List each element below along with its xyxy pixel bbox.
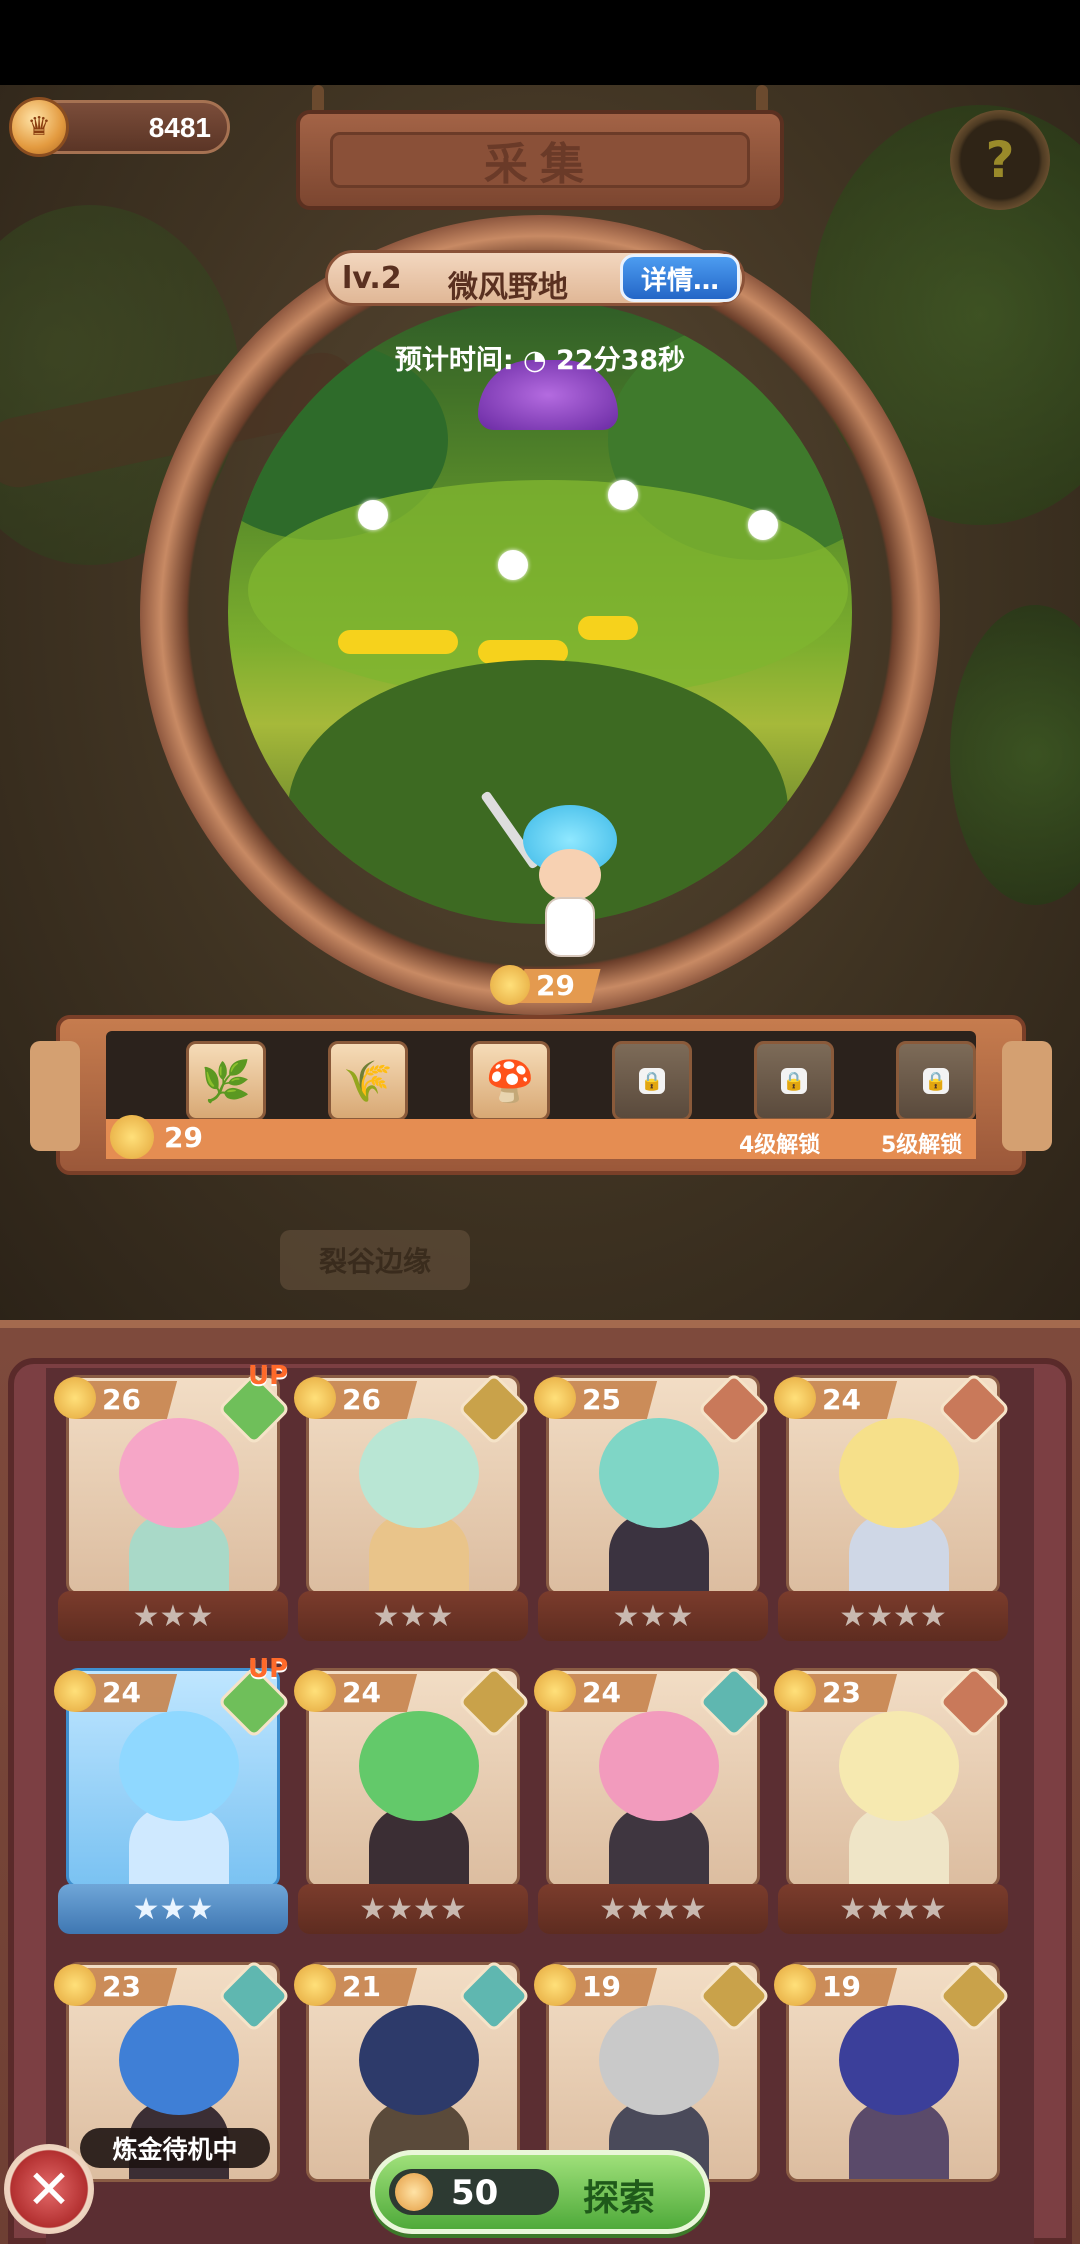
- hero-level: 26: [342, 1383, 381, 1416]
- materials-tray: 🌿 🌾 🍄 🔒 🔒 🔒 29 4级解锁 5级解锁: [30, 1015, 1052, 1175]
- eta-label: 预计时间:: [394, 345, 514, 376]
- hero-level: 26: [102, 1383, 141, 1416]
- red-mushroom-icon[interactable]: 🍄: [470, 1041, 550, 1121]
- hero-level: 19: [822, 1970, 861, 2003]
- seed-icon[interactable]: 🔒: [896, 1041, 976, 1121]
- explorer-character: [480, 790, 625, 965]
- herb-icon[interactable]: 🌿: [186, 1041, 266, 1121]
- page-title: 采集: [330, 132, 750, 190]
- explore-button[interactable]: 50 探索: [370, 2150, 710, 2234]
- lock-icon: 🔒: [923, 1068, 949, 1094]
- hero-level-badge: 24: [534, 1668, 658, 1718]
- material-progress: 29 4级解锁 5级解锁: [106, 1115, 976, 1159]
- unlock-level-4: 4级解锁: [739, 1133, 821, 1158]
- material-count: 29: [164, 1121, 203, 1154]
- hero-level-badge: 24: [774, 1375, 898, 1425]
- gather-icon: [774, 1964, 816, 2006]
- gather-icon: [54, 1670, 96, 1712]
- hero-level: 24: [342, 1676, 381, 1709]
- background-location-sign: 裂谷边缘: [280, 1230, 470, 1290]
- gather-icon: [294, 1377, 336, 1419]
- hero-level: 24: [822, 1383, 861, 1416]
- hero-stars: ★★★★: [778, 1591, 1008, 1641]
- gather-icon: [54, 1377, 96, 1419]
- game-screen: ♛ 8481 采集 ? lv.2 微风野地 详情… 预计时间: ◔ 22分38秒: [0, 0, 1080, 2244]
- hero-level-badge: 24: [294, 1668, 418, 1718]
- hero-level: 23: [822, 1676, 861, 1709]
- question-icon: ?: [985, 131, 1015, 189]
- hero-level-badge: 23: [54, 1962, 178, 2012]
- alchemy-status: 炼金待机中: [80, 2128, 270, 2168]
- hero-stars: ★★★★: [538, 1884, 768, 1934]
- close-icon: ✕: [26, 2157, 72, 2221]
- gather-count-badge: 29: [490, 965, 601, 1007]
- coin-amount: 8481: [148, 112, 211, 143]
- hero-level: 24: [102, 1676, 141, 1709]
- coin-icon: ♛: [9, 97, 69, 157]
- upgrade-indicator: UP: [248, 1654, 289, 1684]
- clock-icon: ◔: [523, 345, 557, 376]
- details-button[interactable]: 详情…: [620, 254, 740, 302]
- gather-icon: [534, 1964, 576, 2006]
- explore-cost: 50: [389, 2169, 559, 2215]
- hero-card[interactable]: 19: [774, 1959, 1011, 2237]
- gather-icon: [774, 1670, 816, 1712]
- explore-label: 探索: [583, 2178, 656, 2219]
- tray-right-cap: [1002, 1041, 1052, 1151]
- hero-level-badge: 19: [534, 1962, 658, 2012]
- hero-level: 25: [582, 1383, 621, 1416]
- hero-card[interactable]: 26 ★★★: [294, 1372, 531, 1650]
- location-level: lv.2: [342, 261, 402, 296]
- close-button[interactable]: ✕: [4, 2144, 94, 2234]
- hero-card[interactable]: 24 UP ★★★: [54, 1654, 291, 1943]
- gather-icon: [54, 1964, 96, 2006]
- hero-level: 23: [102, 1970, 141, 2003]
- gather-icon: [294, 1964, 336, 2006]
- tray-left-cap: [30, 1041, 80, 1151]
- hero-level-badge: 24: [54, 1668, 178, 1718]
- hero-level: 21: [342, 1970, 381, 2003]
- hero-level: 24: [582, 1676, 621, 1709]
- hero-stars: ★★★: [298, 1591, 528, 1641]
- hero-card[interactable]: 26 UP ★★★: [54, 1361, 291, 1650]
- unlock-level-5: 5级解锁: [881, 1133, 963, 1158]
- lock-icon: 🔒: [781, 1068, 807, 1094]
- title-signboard: 采集: [296, 110, 784, 210]
- gather-icon: [490, 965, 530, 1005]
- gather-icon: [110, 1115, 154, 1159]
- hero-level-badge: 26: [294, 1375, 418, 1425]
- gather-icon: [534, 1670, 576, 1712]
- white-flower-icon[interactable]: 🔒: [754, 1041, 834, 1121]
- golden-grain-icon[interactable]: 🌾: [328, 1041, 408, 1121]
- coin-icon: [395, 2173, 433, 2211]
- hero-stars: ★★★: [58, 1591, 288, 1641]
- help-button[interactable]: ?: [950, 110, 1050, 210]
- hero-card[interactable]: 25 ★★★: [534, 1372, 771, 1650]
- gather-icon: [294, 1670, 336, 1712]
- coin-counter[interactable]: ♛ 8481: [9, 97, 230, 157]
- hero-card[interactable]: 23 ★★★★: [774, 1665, 1011, 1943]
- hero-level: 19: [582, 1970, 621, 2003]
- hero-level-badge: 21: [294, 1962, 418, 2012]
- estimated-time: 预计时间: ◔ 22分38秒: [0, 338, 1080, 377]
- hero-card[interactable]: 24 ★★★★: [534, 1665, 771, 1943]
- upgrade-indicator: UP: [248, 1361, 289, 1391]
- blue-flower-icon[interactable]: 🔒: [612, 1041, 692, 1121]
- location-name: 微风野地: [448, 270, 568, 305]
- hero-level-badge: 25: [534, 1375, 658, 1425]
- hero-stars: ★★★★: [778, 1884, 1008, 1934]
- status-bar: [0, 0, 1080, 85]
- hero-level-badge: 19: [774, 1962, 898, 2012]
- hero-card[interactable]: 24 ★★★★: [774, 1372, 1011, 1650]
- hero-stars: ★★★★: [298, 1884, 528, 1934]
- hero-stars: ★★★: [58, 1884, 288, 1934]
- lock-icon: 🔒: [639, 1068, 665, 1094]
- gather-icon: [774, 1377, 816, 1419]
- hero-level-badge: 26: [54, 1375, 178, 1425]
- hero-level-badge: 23: [774, 1668, 898, 1718]
- hero-stars: ★★★: [538, 1591, 768, 1641]
- gather-icon: [534, 1377, 576, 1419]
- eta-value: 22分38秒: [556, 345, 686, 376]
- hero-card[interactable]: 24 ★★★★: [294, 1665, 531, 1943]
